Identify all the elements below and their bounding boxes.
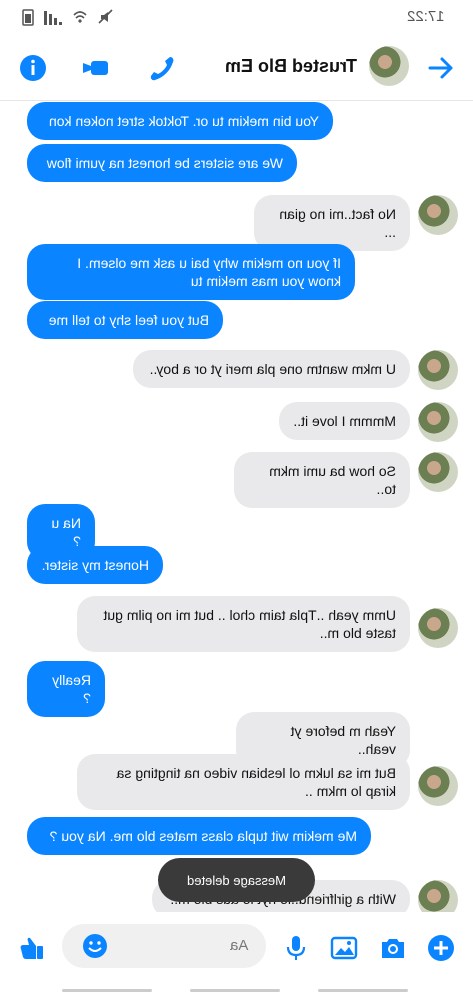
gallery-icon[interactable] [330,934,358,962]
sender-avatar[interactable] [418,766,458,806]
info-icon[interactable] [19,54,47,82]
message-list[interactable]: You bin mekim tu or. Toktok stret noken … [0,100,473,912]
add-icon[interactable] [427,934,455,962]
signal-icon [44,11,62,25]
sender-avatar[interactable] [418,195,458,235]
message-incoming[interactable]: Umm yeah ..Tpla taim chol .. but mi no p… [77,596,410,652]
message-input[interactable]: Aa [62,924,266,968]
video-call-icon[interactable] [82,54,110,82]
thumbs-up-icon[interactable] [18,934,46,962]
mute-icon [98,9,113,24]
battery-icon [22,9,34,26]
wifi-icon [73,11,87,23]
message-outgoing[interactable]: Me mekim wit tupla class mates blo me. N… [27,817,371,855]
message-outgoing[interactable]: Really ? [27,661,105,717]
nav-home[interactable] [190,989,280,992]
message-incoming[interactable]: No fact..mi no gian ... [254,195,410,251]
camera-icon[interactable] [379,934,407,962]
message-outgoing[interactable]: We are sisters be honest na yumi flow [27,144,297,182]
deleted-toast: Message deleted [158,858,315,902]
nav-back[interactable] [62,989,152,992]
message-incoming[interactable]: So how ba umi mkm to.. [234,452,410,508]
back-arrow-icon[interactable] [427,54,455,82]
emoji-icon[interactable] [82,933,108,959]
sender-avatar[interactable] [418,608,458,648]
status-icons [22,8,114,26]
system-nav-bar [0,982,473,1000]
status-bar: 17:22 [0,0,473,34]
message-incoming[interactable]: Mmmm I love it.. [279,402,410,440]
message-input-placeholder: Aa [229,937,248,954]
phone-call-icon[interactable] [148,54,176,82]
sender-avatar[interactable] [418,880,458,912]
message-incoming[interactable]: But mi sa lukm ol lesbian video na tingt… [77,754,410,810]
message-incoming[interactable]: U mkm wantm one pla meri yt or a boy.. [133,350,410,388]
message-outgoing[interactable]: If you no mekim why bai u ask me olsem. … [27,244,355,300]
message-outgoing[interactable]: You bin mekim tu or. Toktok stret noken … [27,102,333,140]
microphone-icon[interactable] [282,934,310,962]
contact-name[interactable]: Trusted Blo Em [225,56,357,77]
conversation-header: Trusted Blo Em [0,34,473,101]
sender-avatar[interactable] [418,452,458,492]
message-composer: Aa [0,912,473,982]
nav-recents[interactable] [318,989,408,992]
status-time: 17:22 [407,8,445,25]
message-outgoing[interactable]: Honest my sister. [27,546,163,584]
sender-avatar[interactable] [418,350,458,390]
contact-avatar[interactable] [369,46,409,86]
message-outgoing[interactable]: But you feel shy to tell me [27,301,223,339]
sender-avatar[interactable] [418,402,458,442]
